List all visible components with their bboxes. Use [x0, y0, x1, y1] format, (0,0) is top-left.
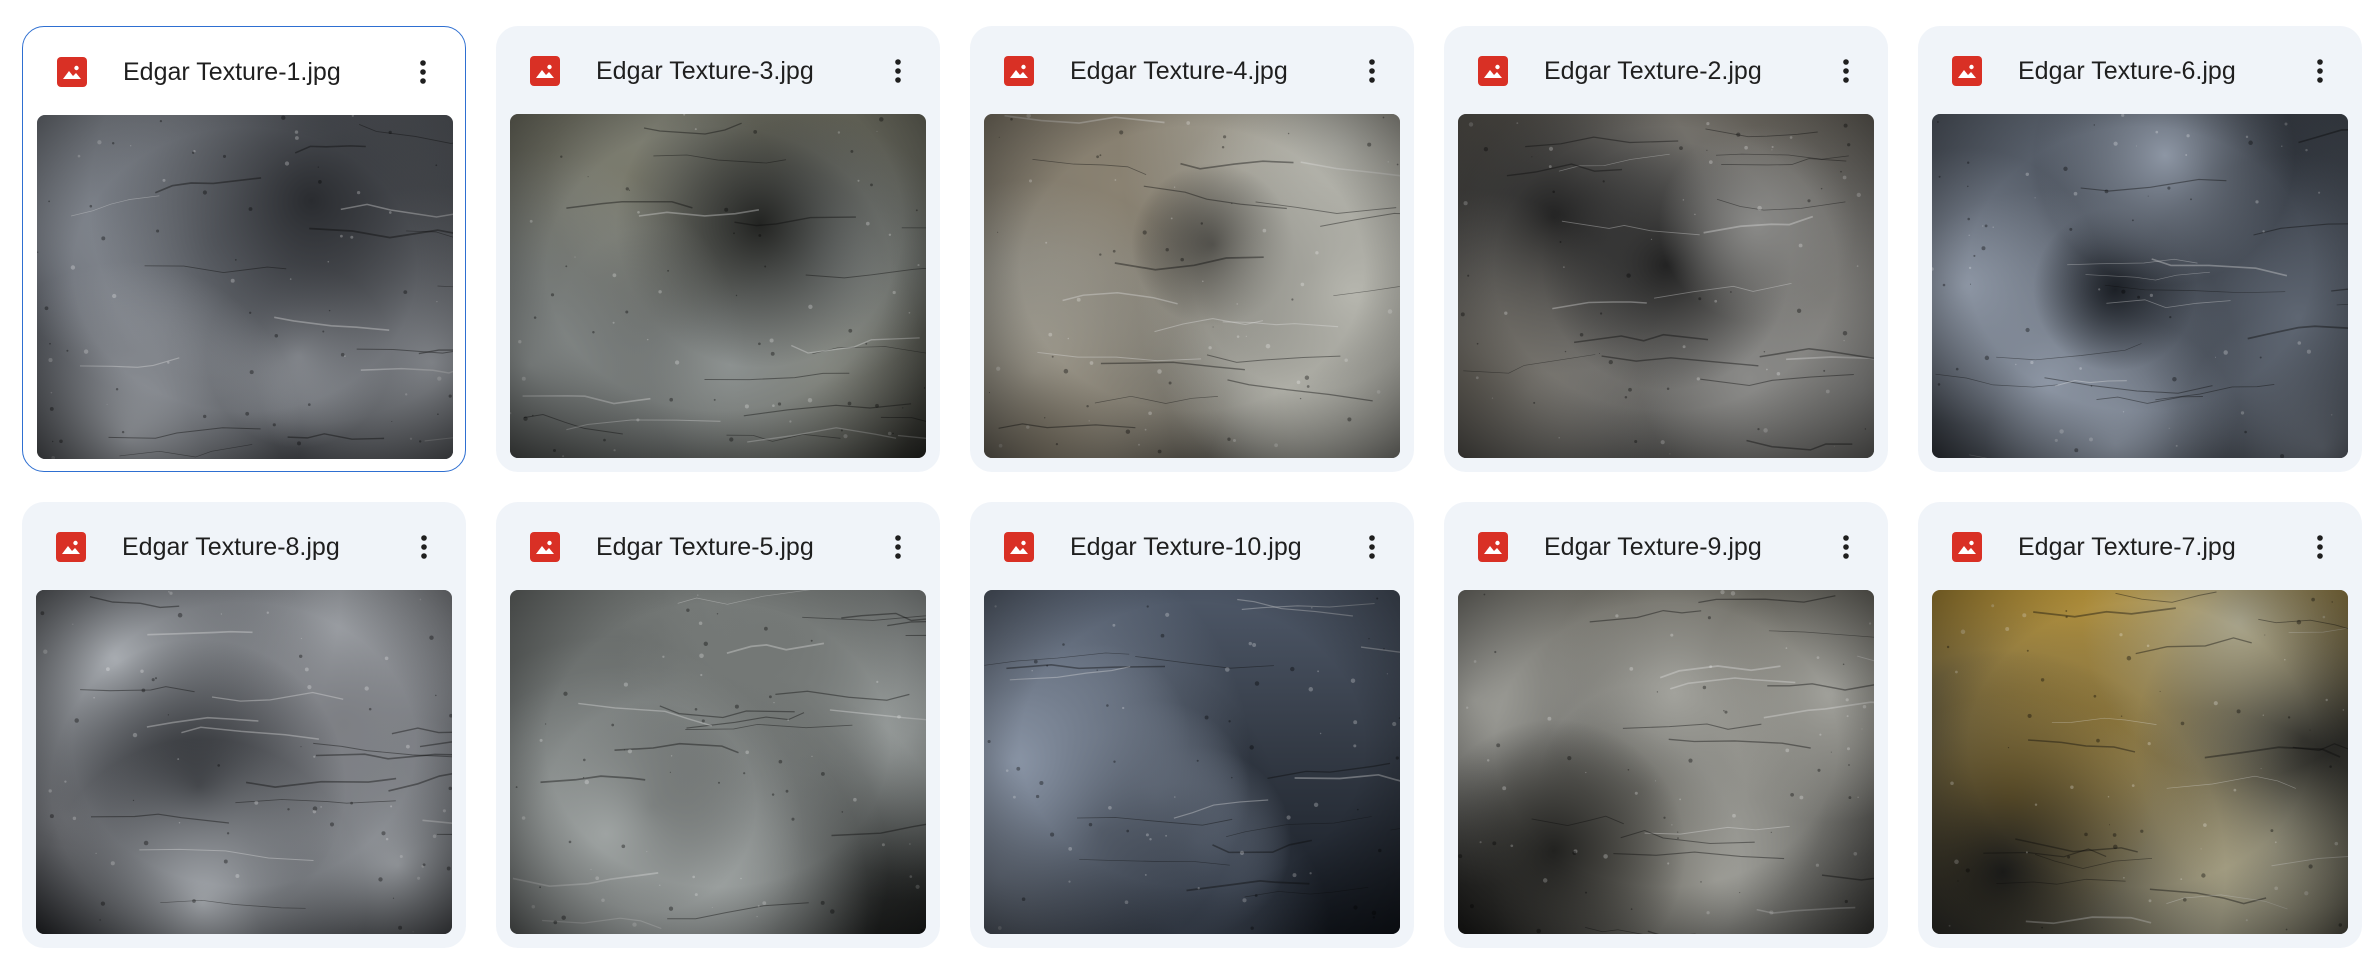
file-name: Edgar Texture-5.jpg: [596, 533, 814, 561]
file-card[interactable]: Edgar Texture-8.jpg: [22, 502, 466, 948]
image-icon: [530, 56, 560, 86]
file-card[interactable]: Edgar Texture-2.jpg: [1444, 26, 1888, 472]
file-name: Edgar Texture-6.jpg: [2018, 57, 2236, 85]
file-card[interactable]: Edgar Texture-5.jpg: [496, 502, 940, 948]
file-card[interactable]: Edgar Texture-9.jpg: [1444, 502, 1888, 948]
texture-detail: [1458, 114, 1874, 458]
file-card[interactable]: Edgar Texture-7.jpg: [1918, 502, 2362, 948]
file-thumbnail[interactable]: [37, 115, 453, 459]
more-options-button[interactable]: [878, 51, 918, 91]
file-thumbnail[interactable]: [1932, 590, 2348, 934]
file-card[interactable]: Edgar Texture-6.jpg: [1918, 26, 2362, 472]
file-card-header: Edgar Texture-3.jpg: [496, 26, 940, 114]
image-icon: [530, 532, 560, 562]
file-name: Edgar Texture-3.jpg: [596, 57, 814, 85]
more-vert-icon: [1842, 534, 1850, 560]
image-icon: [1952, 56, 1982, 86]
file-thumbnail[interactable]: [984, 114, 1400, 458]
file-name: Edgar Texture-10.jpg: [1070, 533, 1302, 561]
file-card-header: Edgar Texture-7.jpg: [1918, 502, 2362, 590]
file-card-header: Edgar Texture-4.jpg: [970, 26, 1414, 114]
image-icon: [1004, 56, 1034, 86]
file-card-header: Edgar Texture-5.jpg: [496, 502, 940, 590]
image-icon: [1478, 56, 1508, 86]
more-options-button[interactable]: [878, 527, 918, 567]
file-thumbnail[interactable]: [510, 590, 926, 934]
file-grid: Edgar Texture-1.jpg Edgar Texture-3.jpg …: [22, 26, 2362, 948]
file-thumbnail[interactable]: [984, 590, 1400, 934]
texture-detail: [1932, 590, 2348, 934]
file-thumbnail[interactable]: [1932, 114, 2348, 458]
texture-detail: [37, 115, 453, 459]
more-vert-icon: [894, 58, 902, 84]
more-vert-icon: [894, 534, 902, 560]
more-vert-icon: [2316, 534, 2324, 560]
file-name: Edgar Texture-1.jpg: [123, 58, 341, 86]
file-name: Edgar Texture-9.jpg: [1544, 533, 1762, 561]
texture-detail: [36, 590, 452, 934]
file-thumbnail[interactable]: [1458, 590, 1874, 934]
file-card-header: Edgar Texture-6.jpg: [1918, 26, 2362, 114]
texture-detail: [984, 114, 1400, 458]
more-options-button[interactable]: [2300, 527, 2340, 567]
texture-detail: [1932, 114, 2348, 458]
image-icon: [1478, 532, 1508, 562]
image-icon: [56, 532, 86, 562]
file-name: Edgar Texture-7.jpg: [2018, 533, 2236, 561]
texture-detail: [510, 114, 926, 458]
file-thumbnail[interactable]: [36, 590, 452, 934]
file-card[interactable]: Edgar Texture-1.jpg: [22, 26, 466, 472]
texture-detail: [510, 590, 926, 934]
more-options-button[interactable]: [404, 527, 444, 567]
file-card[interactable]: Edgar Texture-10.jpg: [970, 502, 1414, 948]
image-icon: [1004, 532, 1034, 562]
file-name: Edgar Texture-4.jpg: [1070, 57, 1288, 85]
more-options-button[interactable]: [2300, 51, 2340, 91]
file-thumbnail[interactable]: [1458, 114, 1874, 458]
more-vert-icon: [1368, 58, 1376, 84]
file-card[interactable]: Edgar Texture-4.jpg: [970, 26, 1414, 472]
file-name: Edgar Texture-8.jpg: [122, 533, 340, 561]
texture-detail: [984, 590, 1400, 934]
file-name: Edgar Texture-2.jpg: [1544, 57, 1762, 85]
more-options-button[interactable]: [1826, 527, 1866, 567]
file-card[interactable]: Edgar Texture-3.jpg: [496, 26, 940, 472]
file-card-header: Edgar Texture-1.jpg: [23, 27, 465, 115]
more-vert-icon: [419, 59, 427, 85]
file-card-header: Edgar Texture-10.jpg: [970, 502, 1414, 590]
more-options-button[interactable]: [1826, 51, 1866, 91]
image-icon: [57, 57, 87, 87]
more-vert-icon: [1368, 534, 1376, 560]
file-card-header: Edgar Texture-9.jpg: [1444, 502, 1888, 590]
more-vert-icon: [2316, 58, 2324, 84]
more-vert-icon: [1842, 58, 1850, 84]
texture-detail: [1458, 590, 1874, 934]
file-card-header: Edgar Texture-2.jpg: [1444, 26, 1888, 114]
more-options-button[interactable]: [1352, 51, 1392, 91]
file-thumbnail[interactable]: [510, 114, 926, 458]
more-options-button[interactable]: [1352, 527, 1392, 567]
more-vert-icon: [420, 534, 428, 560]
more-options-button[interactable]: [403, 52, 443, 92]
image-icon: [1952, 532, 1982, 562]
file-card-header: Edgar Texture-8.jpg: [22, 502, 466, 590]
